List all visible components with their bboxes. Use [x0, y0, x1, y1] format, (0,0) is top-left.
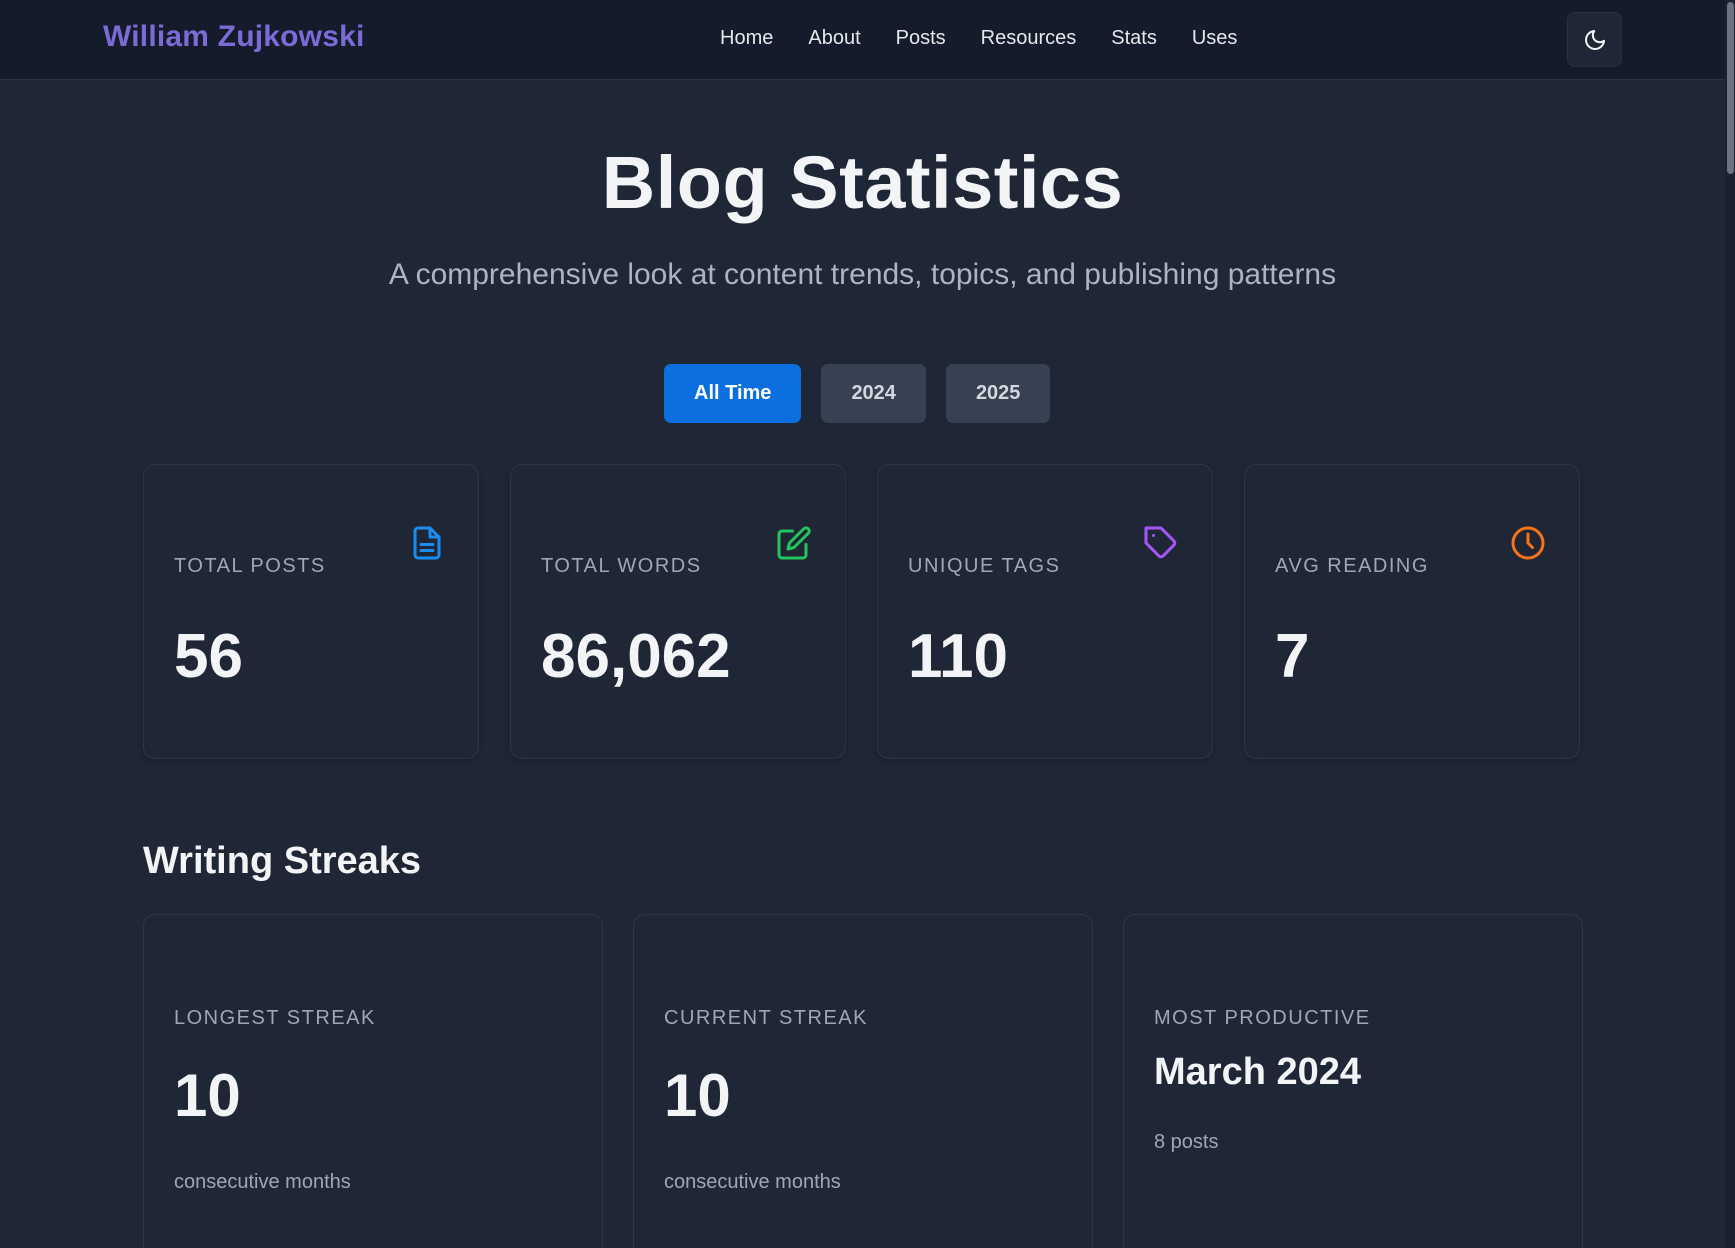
- site-header: William Zujkowski Home About Posts Resou…: [0, 0, 1725, 80]
- streak-card-longest: LONGEST STREAK 10 consecutive months: [143, 914, 603, 1248]
- theme-toggle-button[interactable]: [1567, 12, 1622, 67]
- page-scrollbar[interactable]: [1725, 0, 1735, 1248]
- streak-card-most-productive: MOST PRODUCTIVE March 2024 8 posts: [1123, 914, 1583, 1248]
- stat-card-total-words: TOTAL WORDS 86,062: [510, 464, 846, 759]
- filter-2025-button[interactable]: 2025: [945, 364, 1051, 423]
- stat-value: 56: [174, 622, 243, 691]
- streak-value: 10: [664, 1062, 731, 1129]
- streak-label: MOST PRODUCTIVE: [1154, 1007, 1371, 1029]
- nav-uses[interactable]: Uses: [1192, 27, 1238, 50]
- edit-icon: [777, 526, 811, 560]
- stat-label: TOTAL POSTS: [174, 555, 326, 577]
- stats-cards: TOTAL POSTS 56 TOTAL WORDS 86,062 UNIQUE…: [143, 464, 1580, 759]
- stat-card-unique-tags: UNIQUE TAGS 110: [877, 464, 1213, 759]
- stat-value: 86,062: [541, 622, 731, 691]
- time-filter-group: All Time 2024 2025: [664, 364, 1051, 423]
- scrollbar-thumb[interactable]: [1727, 2, 1734, 174]
- stat-value: 110: [908, 622, 1009, 691]
- filter-2024-button[interactable]: 2024: [821, 364, 926, 423]
- brand-logo-link[interactable]: William Zujkowski: [103, 20, 365, 54]
- stat-card-total-posts: TOTAL POSTS 56: [143, 464, 479, 759]
- main-nav: Home About Posts Resources Stats Uses: [720, 27, 1237, 50]
- streak-label: CURRENT STREAK: [664, 1007, 868, 1029]
- section-title-writing-streaks: Writing Streaks: [143, 840, 422, 882]
- stat-label: TOTAL WORDS: [541, 555, 702, 577]
- nav-about[interactable]: About: [808, 27, 860, 50]
- stat-card-avg-reading: AVG READING 7: [1244, 464, 1580, 759]
- streak-card-current: CURRENT STREAK 10 consecutive months: [633, 914, 1093, 1248]
- streak-value: March 2024: [1154, 1051, 1362, 1093]
- tag-icon: [1144, 526, 1177, 559]
- page-subtitle: A comprehensive look at content trends, …: [388, 258, 1337, 291]
- nav-home[interactable]: Home: [720, 27, 773, 50]
- streak-value: 10: [174, 1062, 241, 1129]
- streak-cards: LONGEST STREAK 10 consecutive months CUR…: [143, 914, 1583, 1248]
- nav-resources[interactable]: Resources: [981, 27, 1077, 50]
- streak-note: 8 posts: [1154, 1131, 1219, 1153]
- page-title: Blog Statistics: [601, 141, 1124, 224]
- moon-icon: [1584, 29, 1605, 50]
- nav-stats[interactable]: Stats: [1111, 27, 1157, 50]
- streak-note: consecutive months: [664, 1171, 841, 1193]
- stat-label: UNIQUE TAGS: [908, 555, 1061, 577]
- stat-value: 7: [1275, 622, 1310, 691]
- streak-note: consecutive months: [174, 1171, 351, 1193]
- streak-label: LONGEST STREAK: [174, 1007, 376, 1029]
- document-icon: [413, 526, 441, 560]
- nav-posts[interactable]: Posts: [896, 27, 946, 50]
- filter-all-time-button[interactable]: All Time: [664, 364, 802, 423]
- stat-label: AVG READING: [1275, 555, 1429, 577]
- clock-icon: [1511, 526, 1545, 560]
